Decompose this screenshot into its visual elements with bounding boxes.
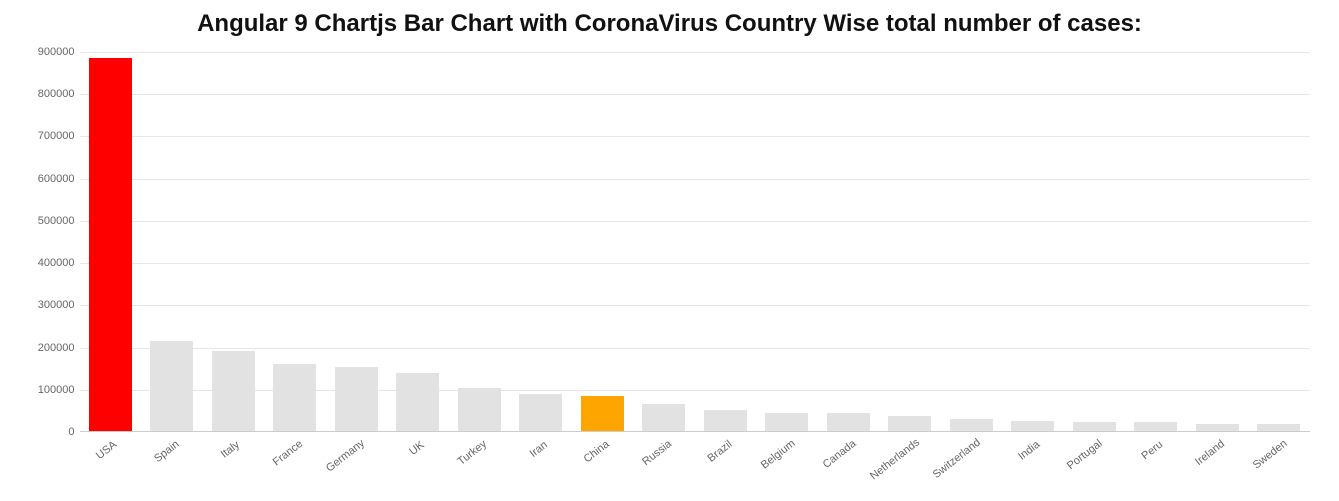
y-tick-label: 400000 [20, 257, 75, 269]
x-label-slot: Germany [326, 434, 388, 484]
bar-slot [633, 52, 695, 431]
x-label-slot: India [1002, 434, 1064, 484]
bar-slot [879, 52, 941, 431]
bar-slot [572, 52, 634, 431]
y-tick-label: 500000 [20, 215, 75, 227]
page-title: Angular 9 Chartjs Bar Chart with CoronaV… [0, 0, 1339, 42]
bar-slot [80, 52, 142, 431]
bar-slot [449, 52, 511, 431]
x-label-slot: France [264, 434, 326, 484]
bars-container [80, 52, 1310, 431]
bar-chart: 0 100000 200000 300000 400000 500000 600000 700… [20, 42, 1320, 482]
bar-slot [818, 52, 880, 431]
bar[interactable] [396, 373, 439, 431]
x-label-slot: Netherlands [879, 434, 941, 484]
x-label-slot: Ireland [1187, 434, 1249, 484]
x-label-slot: China [572, 434, 634, 484]
x-label-slot: Russia [633, 434, 695, 484]
bar-slot [203, 52, 265, 431]
plot-area [80, 52, 1310, 432]
x-label-slot: USA [80, 434, 142, 484]
bar-slot [1248, 52, 1310, 431]
bar[interactable] [581, 396, 624, 431]
x-label-slot: UK [387, 434, 449, 484]
x-label-slot: Sweden [1248, 434, 1310, 484]
bar-slot [264, 52, 326, 431]
x-label-slot: Switzerland [941, 434, 1003, 484]
bar-slot [695, 52, 757, 431]
x-label-slot: Portugal [1064, 434, 1126, 484]
bar-slot [941, 52, 1003, 431]
bar-slot [1187, 52, 1249, 431]
x-label-slot: Peru [1125, 434, 1187, 484]
y-tick-label: 100000 [20, 384, 75, 396]
x-label-slot: Brazil [695, 434, 757, 484]
bar-slot [387, 52, 449, 431]
x-label-slot: Italy [203, 434, 265, 484]
y-tick-label: 200000 [20, 342, 75, 354]
y-tick-label: 0 [20, 426, 75, 438]
y-tick-label: 900000 [20, 46, 75, 58]
bar-slot [1002, 52, 1064, 431]
bar[interactable] [89, 58, 132, 431]
x-tick-label: UK [418, 431, 437, 450]
bar-slot [1125, 52, 1187, 431]
x-label-slot: Spain [141, 434, 203, 484]
bar-slot [510, 52, 572, 431]
x-label-slot: Iran [510, 434, 572, 484]
bar[interactable] [273, 364, 316, 431]
bar[interactable] [150, 341, 193, 431]
bar-slot [326, 52, 388, 431]
bar-slot [141, 52, 203, 431]
bar[interactable] [458, 388, 501, 431]
bar[interactable] [335, 367, 378, 431]
bar[interactable] [519, 394, 562, 431]
y-tick-label: 600000 [20, 173, 75, 185]
x-axis-labels: USASpainItalyFranceGermany UK TurkeyIranCh… [80, 434, 1310, 484]
y-tick-label: 800000 [20, 88, 75, 100]
y-tick-label: 700000 [20, 130, 75, 142]
x-label-slot: Turkey [449, 434, 511, 484]
bar-slot [756, 52, 818, 431]
x-label-slot: Belgium [756, 434, 818, 484]
bar[interactable] [212, 351, 255, 431]
y-tick-label: 300000 [20, 299, 75, 311]
bar-slot [1064, 52, 1126, 431]
